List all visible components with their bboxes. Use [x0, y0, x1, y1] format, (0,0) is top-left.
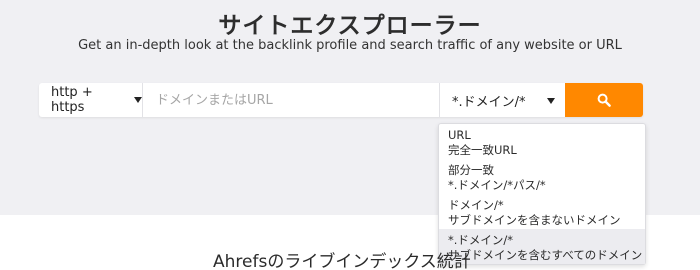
page-title: サイトエクスプローラー [218, 13, 482, 39]
mode-option-domain[interactable]: ドメイン/* サブドメインを含まないドメイン [439, 194, 645, 229]
section-title: Ahrefsのライブインデックス統計 [213, 252, 471, 270]
page-subtitle: Get an in-depth look at the backlink pro… [78, 38, 622, 53]
mode-option-url[interactable]: URL 完全一致URL [439, 124, 645, 159]
mode-option-prefix[interactable]: 部分一致 *.ドメイン/*パス/* [439, 159, 645, 194]
protocol-label: http + https [51, 85, 93, 115]
mode-select[interactable]: *.ドメイン/* [439, 83, 565, 117]
option-description: *.ドメイン/*パス/* [448, 177, 546, 192]
search-icon [597, 93, 611, 107]
option-title: URL [448, 128, 471, 142]
protocol-select[interactable]: http + https [39, 83, 143, 117]
mode-label: *.ドメイン/* [452, 94, 526, 110]
option-title: *.ドメイン/* [448, 233, 514, 247]
search-bar: http + https *.ドメイン/* [39, 83, 643, 117]
mode-dropdown-menu: URL 完全一致URL 部分一致 *.ドメイン/*パス/* ドメイン/* サブド… [438, 123, 646, 265]
domain-input[interactable] [143, 83, 439, 117]
option-description: 完全一致URL [448, 142, 517, 157]
caret-down-icon [547, 98, 555, 104]
option-title: 部分一致 [448, 163, 494, 177]
caret-down-icon [134, 97, 142, 103]
search-button[interactable] [565, 83, 643, 117]
option-description: サブドメインを含むすべてのドメイン [448, 247, 643, 262]
option-description: サブドメインを含まないドメイン [448, 212, 621, 227]
option-title: ドメイン/* [448, 198, 504, 212]
